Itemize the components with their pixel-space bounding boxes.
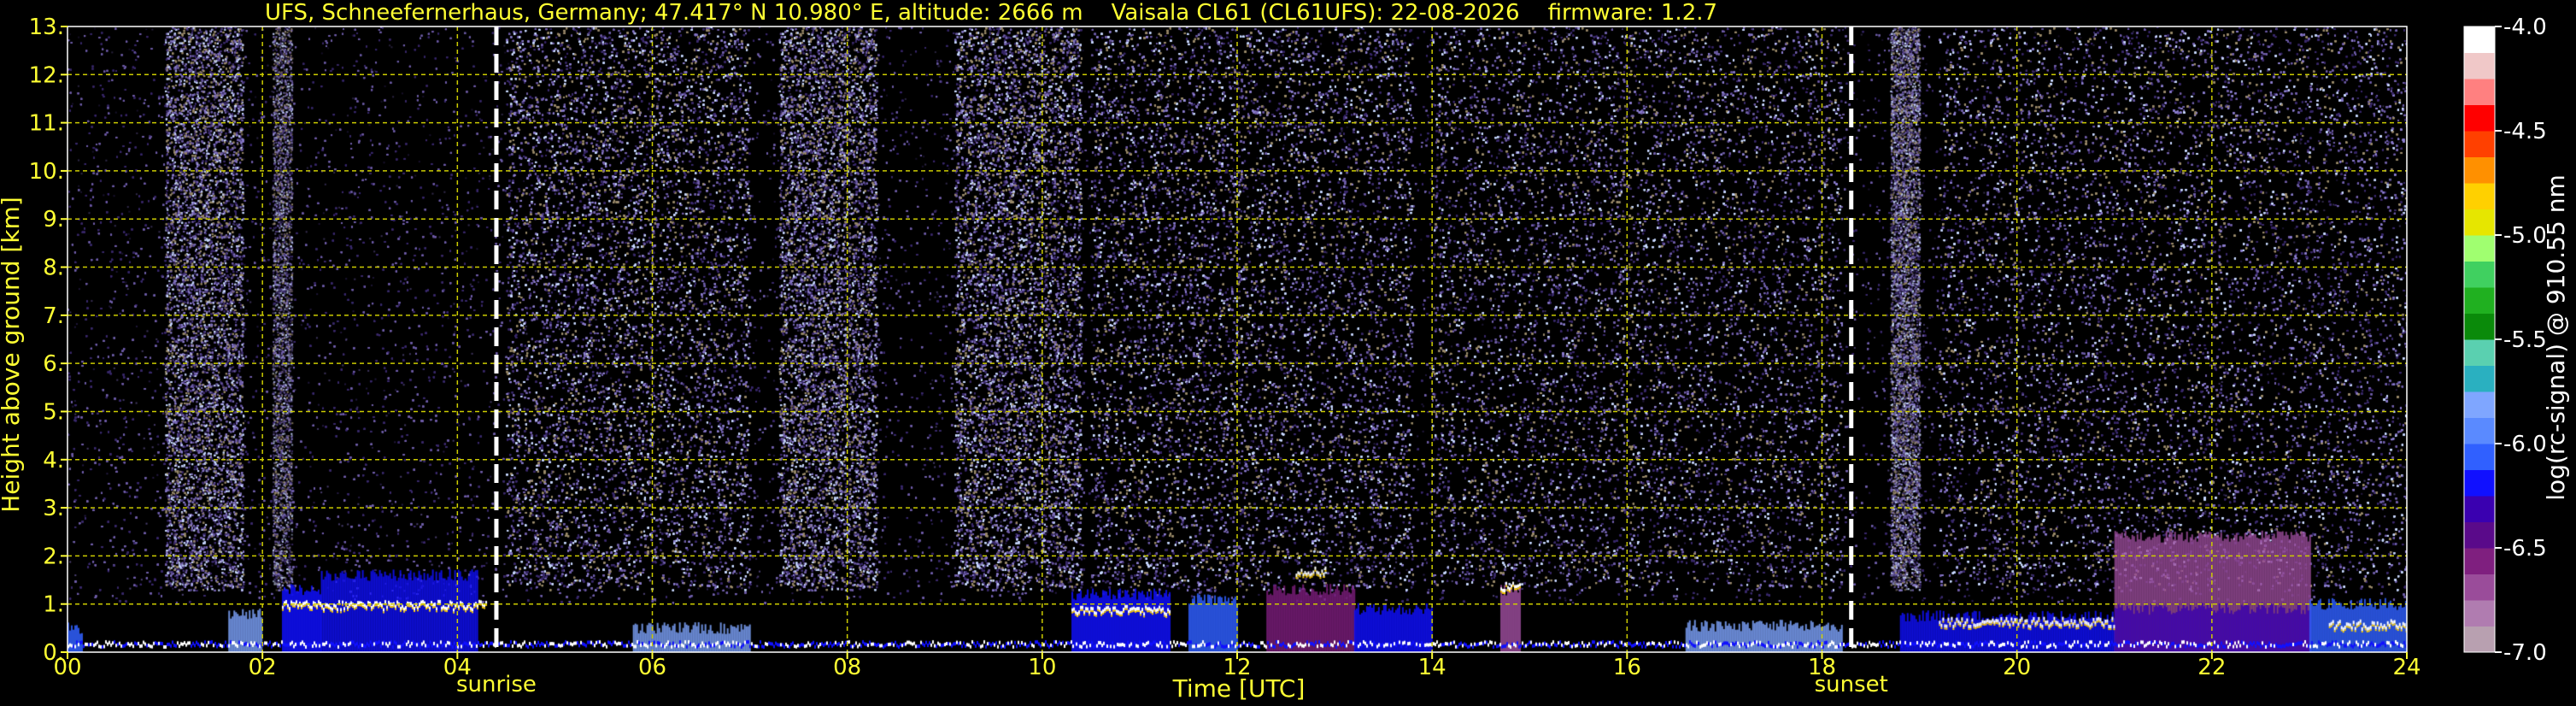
- colorbar-segment: [2464, 574, 2495, 601]
- colorbar-segment: [2464, 339, 2495, 366]
- colorbar-segment: [2464, 496, 2495, 522]
- colorbar-segment: [2464, 209, 2495, 236]
- y-tick-label: 12.: [29, 62, 64, 88]
- y-tick-label: 4.: [43, 448, 64, 474]
- colorbar-segment: [2464, 469, 2495, 497]
- x-tick-label: 08: [833, 655, 861, 680]
- colorbar-segment: [2464, 52, 2495, 79]
- colorbar-segment: [2464, 365, 2495, 392]
- colorbar-segment: [2464, 156, 2495, 184]
- chart-title: UFS, Schneefernerhaus, Germany; 47.417° …: [265, 0, 1717, 26]
- y-tick-label: 5.: [43, 399, 64, 425]
- colorbar-tick-label: -5.5: [2503, 327, 2547, 353]
- colorbar-segment: [2464, 261, 2495, 288]
- y-tick-label: 6.: [43, 351, 64, 377]
- x-tick-label: 06: [638, 655, 666, 680]
- colorbar-segment: [2464, 235, 2495, 262]
- y-tick-label: 3.: [43, 496, 64, 521]
- y-tick-label: 2.: [43, 544, 64, 569]
- colorbar-segment: [2464, 104, 2495, 132]
- colorbar-tick-label: -6.0: [2503, 432, 2547, 457]
- x-tick-label: 20: [2003, 655, 2031, 680]
- y-tick-label: 11.: [29, 111, 64, 137]
- colorbar-segment: [2464, 417, 2495, 444]
- y-tick-label: 0.: [43, 640, 64, 666]
- colorbar-tick-label: -4.0: [2503, 15, 2547, 40]
- colorbar-segment: [2464, 391, 2495, 418]
- x-tick-label: 14: [1418, 655, 1446, 680]
- colorbar-segment: [2464, 444, 2495, 470]
- colorbar-segment: [2464, 521, 2495, 549]
- colorbar-segment: [2464, 26, 2495, 53]
- colorbar-segment: [2464, 183, 2495, 209]
- colorbar-segment: [2464, 313, 2495, 340]
- colorbar-segment: [2464, 626, 2495, 653]
- annotation-label: sunrise: [456, 672, 537, 697]
- y-axis-label: Height above ground [km]: [0, 197, 25, 513]
- colorbar-tick-label: -5.0: [2503, 223, 2547, 249]
- x-tick-label: 16: [1613, 655, 1641, 680]
- y-tick-label: 7.: [43, 303, 64, 329]
- x-tick-label: 10: [1028, 655, 1056, 680]
- annotation-label: sunset: [1815, 672, 1888, 697]
- y-tick-label: 8.: [43, 256, 64, 281]
- colorbar-tick-label: -4.5: [2503, 119, 2547, 144]
- colorbar-tick-label: -7.0: [2503, 640, 2547, 666]
- ceilometer-figure: UFS, Schneefernerhaus, Germany; 47.417° …: [0, 0, 2576, 706]
- y-tick-label: 1.: [43, 592, 64, 618]
- colorbar-segment: [2464, 548, 2495, 574]
- y-tick-label: 9.: [43, 207, 64, 232]
- colorbar-label: log(rc-signal) @ 910.55 nm: [2542, 174, 2570, 500]
- x-tick-label: 02: [249, 655, 277, 680]
- y-tick-label: 13.: [29, 15, 64, 40]
- plot-area: [67, 26, 2408, 653]
- y-tick-label: 10.: [29, 159, 64, 185]
- colorbar-segment: [2464, 79, 2495, 105]
- x-tick-label: 24: [2392, 655, 2421, 680]
- colorbar-segment: [2464, 287, 2495, 314]
- colorbar-segment: [2464, 131, 2495, 157]
- x-tick-label: 22: [2198, 655, 2226, 680]
- colorbar-segment: [2464, 600, 2495, 627]
- x-axis-label: Time [UTC]: [1172, 674, 1306, 703]
- colorbar-tick-label: -6.5: [2503, 536, 2547, 562]
